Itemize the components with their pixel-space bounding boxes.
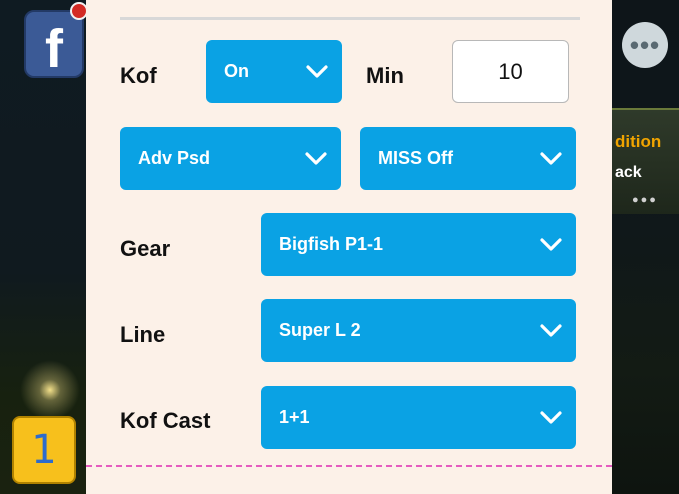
number-badge: 1 [12,416,76,484]
line-label: Line [120,322,166,347]
min-label: Min [366,63,404,88]
line-dropdown-value: Super L 2 [279,320,361,340]
divider [120,17,580,20]
gear-dropdown[interactable]: Bigfish P1-1 [261,213,576,276]
chevron-down-icon [540,237,562,251]
line-dropdown[interactable]: Super L 2 [261,299,576,362]
dashed-divider [86,465,612,467]
kof-cast-label: Kof Cast [120,408,211,433]
kof-cast-dropdown-value: 1+1 [279,407,310,427]
miss-dropdown[interactable]: MISS Off [360,127,576,190]
number-badge-value: 1 [31,427,57,473]
gear-dropdown-value: Bigfish P1-1 [279,234,384,254]
adv-psd-dropdown[interactable]: Adv Psd [120,127,341,190]
facebook-glyph: f [45,19,63,78]
kof-label: Kof [120,63,157,88]
promo-card[interactable]: dition ack ●●● [612,108,679,214]
more-dots-icon: ••• [629,30,661,60]
kof-cast-dropdown[interactable]: 1+1 [261,386,576,449]
promo-subtitle: ack [615,164,642,181]
more-options-button[interactable]: ••• [622,22,668,68]
chevron-down-icon [306,64,328,78]
promo-pager-dots: ●●● [632,194,658,206]
adv-psd-dropdown-value: Adv Psd [138,148,211,168]
min-input[interactable]: 10 [452,40,569,103]
gear-label: Gear [120,236,171,261]
kof-dropdown-value: On [224,61,249,81]
chevron-down-icon [305,151,327,165]
chevron-down-icon [540,410,562,424]
chevron-down-icon [540,151,562,165]
background-glow [20,360,80,420]
facebook-icon[interactable]: f [24,10,84,78]
min-input-value: 10 [498,58,523,84]
kof-dropdown[interactable]: On [206,40,342,103]
settings-panel: Kof On Min 10 Adv Psd MISS Off Gear Bigf… [86,0,612,494]
miss-dropdown-value: MISS Off [378,148,453,168]
promo-title: dition [615,132,662,151]
chevron-down-icon [540,323,562,337]
background-right [612,0,679,494]
